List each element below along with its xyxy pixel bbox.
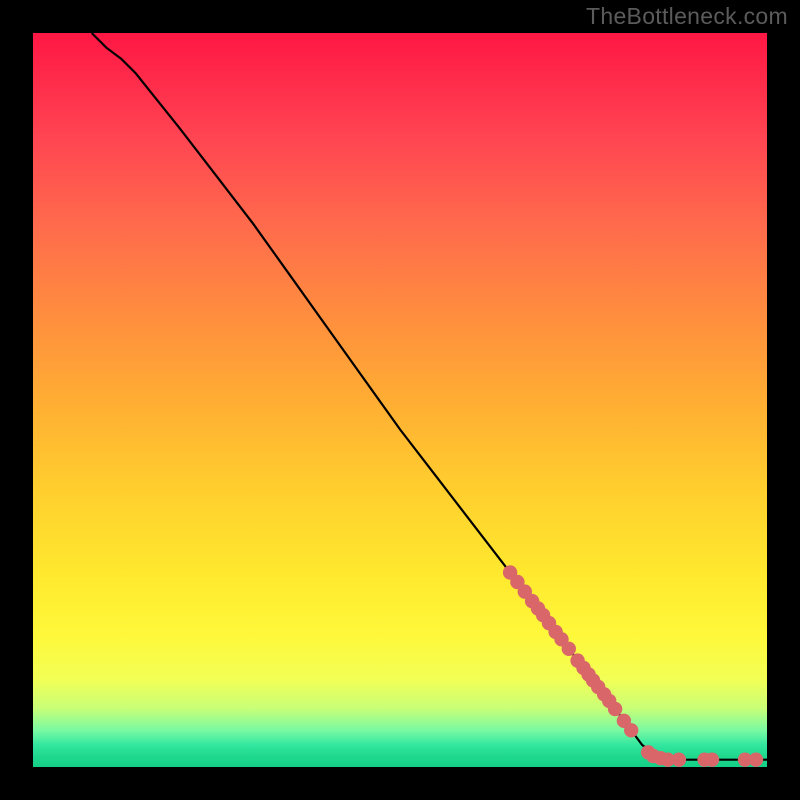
chart-frame: TheBottleneck.com	[0, 0, 800, 800]
gradient-background	[33, 33, 767, 767]
watermark-text: TheBottleneck.com	[586, 3, 788, 30]
